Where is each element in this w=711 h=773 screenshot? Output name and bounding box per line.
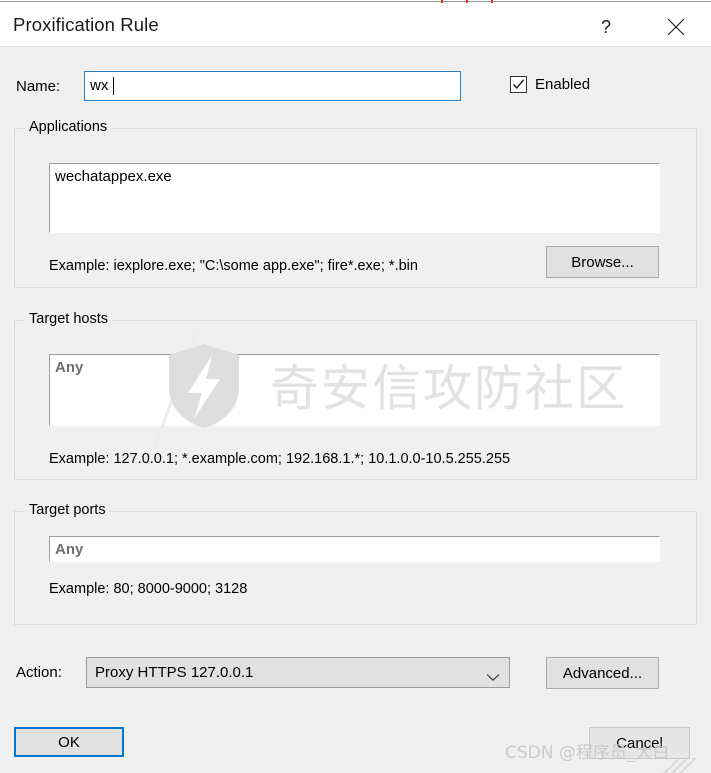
- text-caret: [113, 77, 114, 95]
- cancel-button[interactable]: Cancel: [589, 727, 690, 759]
- chevron-down-icon: [486, 669, 500, 687]
- applications-legend: Applications: [25, 119, 112, 135]
- enabled-checkbox[interactable]: [510, 76, 527, 93]
- window-top-border: [0, 1, 711, 2]
- target-hosts-value: Any: [55, 359, 84, 376]
- applications-value: wechatappex.exe: [55, 168, 172, 185]
- window-title: Proxification Rule: [13, 14, 159, 35]
- target-ports-legend: Target ports: [25, 502, 110, 518]
- browse-button[interactable]: Browse...: [546, 246, 659, 278]
- applications-example: Example: iexplore.exe; "C:\some app.exe"…: [49, 258, 418, 274]
- action-select[interactable]: Proxy HTTPS 127.0.0.1: [86, 657, 510, 688]
- target-ports-value: Any: [55, 541, 84, 558]
- target-hosts-legend: Target hosts: [25, 311, 112, 327]
- target-hosts-input[interactable]: Any: [49, 354, 660, 426]
- question-mark-icon: ?: [600, 16, 611, 37]
- name-input-value: wx: [90, 77, 109, 94]
- target-hosts-example: Example: 127.0.0.1; *.example.com; 192.1…: [49, 451, 511, 467]
- close-icon: [667, 18, 685, 36]
- name-label: Name:: [16, 78, 61, 95]
- target-ports-example: Example: 80; 8000-9000; 3128: [49, 581, 248, 597]
- help-button[interactable]: ?: [583, 6, 629, 47]
- close-button[interactable]: [653, 6, 699, 47]
- name-input[interactable]: wx: [84, 71, 461, 101]
- action-label: Action:: [16, 664, 62, 681]
- advanced-button[interactable]: Advanced...: [546, 657, 659, 689]
- title-bar: Proxification Rule ?: [0, 3, 711, 47]
- action-selected-value: Proxy HTTPS 127.0.0.1: [95, 664, 254, 681]
- checkmark-icon: [512, 79, 525, 90]
- enabled-label: Enabled: [535, 76, 591, 93]
- proxification-rule-dialog: Proxification Rule ? Name: wx Enabled Ap…: [0, 0, 711, 773]
- target-ports-input[interactable]: Any: [49, 536, 660, 562]
- target-ports-group: Target ports: [14, 502, 697, 625]
- ok-button[interactable]: OK: [14, 727, 124, 757]
- applications-input[interactable]: wechatappex.exe: [49, 163, 660, 233]
- enabled-checkbox-row[interactable]: Enabled: [510, 76, 590, 93]
